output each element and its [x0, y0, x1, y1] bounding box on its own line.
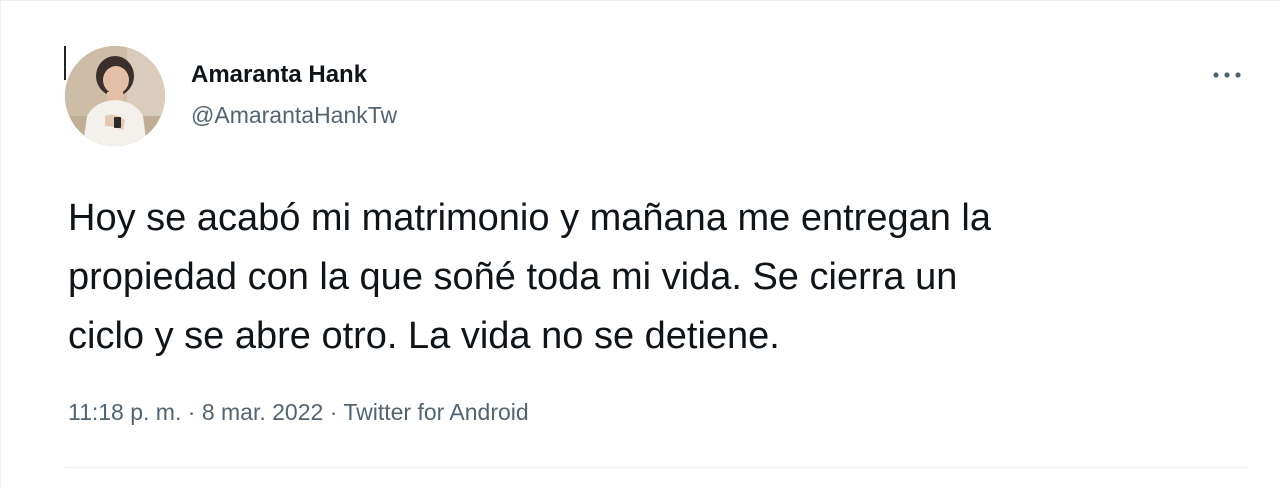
tweet-text: Hoy se acabó mi matrimonio y mañana me e… — [68, 189, 1248, 366]
tweet-text-line: propiedad con la que soñé toda mi vida. … — [68, 256, 958, 298]
divider — [65, 467, 1249, 468]
tweet-date-link[interactable]: 8 mar. 2022 — [202, 399, 323, 425]
avatar[interactable] — [65, 46, 165, 146]
tweet-text-line: Hoy se acabó mi matrimonio y mañana me e… — [68, 197, 992, 239]
text-cursor — [64, 46, 66, 80]
meta-separator: · — [329, 399, 338, 425]
more-options-button[interactable] — [1205, 59, 1249, 91]
tweet-metadata: 11:18 p. m. · 8 mar. 2022 · Twitter for … — [68, 398, 529, 426]
more-horizontal-icon — [1213, 72, 1241, 78]
tweet-card: Amaranta Hank @AmarantaHankTw Hoy se aca… — [0, 0, 1280, 488]
avatar-photo — [65, 46, 165, 146]
meta-separator: · — [187, 399, 196, 425]
tweet-time-link[interactable]: 11:18 p. m. — [68, 399, 181, 425]
tweet-source-link[interactable]: Twitter for Android — [343, 399, 528, 425]
author-display-name[interactable]: Amaranta Hank — [191, 61, 367, 89]
author-handle[interactable]: @AmarantaHankTw — [191, 101, 397, 129]
tweet-text-line: ciclo y se abre otro. La vida no se deti… — [68, 315, 780, 357]
